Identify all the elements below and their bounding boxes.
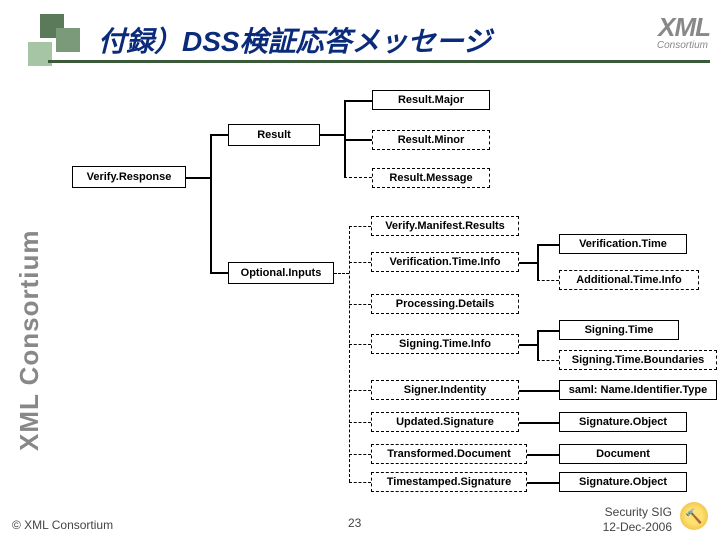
node-verify-response: Verify.Response (72, 166, 186, 188)
decoration-square (56, 28, 80, 52)
footer-date: 12-Dec-2006 (603, 520, 672, 534)
connector-dashed (349, 454, 371, 455)
node-additional-time-info: Additional.Time.Info (559, 270, 699, 290)
connector (537, 330, 559, 332)
page-title: 付録）DSS検証応答メッセージ (98, 20, 491, 60)
node-result-minor: Result.Minor (372, 130, 490, 150)
connector-dashed (344, 177, 372, 178)
connector (519, 344, 537, 346)
connector-dashed (349, 262, 371, 263)
connector-dashed (334, 273, 349, 274)
connector-dashed (349, 344, 371, 345)
node-result-major: Result.Major (372, 90, 490, 110)
node-verification-time: Verification.Time (559, 234, 687, 254)
node-optional-inputs: Optional.Inputs (228, 262, 334, 284)
connector-dashed (537, 360, 559, 361)
sidebar-brand: XML Consortium (12, 200, 46, 480)
node-result-message: Result.Message (372, 168, 490, 188)
connector-dashed (349, 304, 371, 305)
node-verification-time-info: Verification.Time.Info (371, 252, 519, 272)
node-saml-name-identifier-type: saml: Name.Identifier.Type (559, 380, 717, 400)
logo: XML Consortium (580, 12, 710, 62)
connector-dashed (537, 280, 559, 281)
connector (320, 134, 344, 136)
node-signing-time: Signing.Time (559, 320, 679, 340)
node-verify-manifest-results: Verify.Manifest.Results (371, 216, 519, 236)
connector-dashed (349, 482, 371, 483)
logo-text: XML (658, 12, 710, 43)
connector (519, 422, 559, 424)
connector (527, 454, 559, 456)
connector (210, 272, 228, 274)
node-signature-object-1: Signature.Object (559, 412, 687, 432)
connector (344, 139, 372, 141)
footer-copyright: © XML Consortium (12, 518, 113, 532)
node-signing-time-boundaries: Signing.Time.Boundaries (559, 350, 717, 370)
connector (519, 390, 559, 392)
header: 付録）DSS検証応答メッセージ XML Consortium (0, 8, 720, 72)
connector (186, 177, 210, 179)
connector (537, 244, 559, 246)
node-timestamped-signature: Timestamped.Signature (371, 472, 527, 492)
node-signature-object-2: Signature.Object (559, 472, 687, 492)
connector (537, 244, 539, 280)
node-updated-signature: Updated.Signature (371, 412, 519, 432)
connector (210, 134, 212, 274)
connector (210, 134, 228, 136)
node-signer-identity: Signer.Indentity (371, 380, 519, 400)
connector (537, 330, 539, 360)
connector-dashed (349, 226, 350, 482)
connector (519, 262, 537, 264)
node-result: Result (228, 124, 320, 146)
gavel-icon: 🔨 (680, 502, 708, 530)
footer-group: Security SIG (605, 505, 672, 519)
node-processing-details: Processing.Details (371, 294, 519, 314)
node-document: Document (559, 444, 687, 464)
node-transformed-document: Transformed.Document (371, 444, 527, 464)
connector (527, 482, 559, 484)
logo-subtext: Consortium (657, 40, 708, 51)
footer-page-number: 23 (348, 516, 361, 530)
connector-dashed (349, 390, 371, 391)
connector-dashed (349, 226, 371, 227)
connector-dashed (349, 422, 371, 423)
footer-sig: Security SIG 12-Dec-2006 (603, 505, 672, 534)
node-signing-time-info: Signing.Time.Info (371, 334, 519, 354)
connector (344, 100, 372, 102)
